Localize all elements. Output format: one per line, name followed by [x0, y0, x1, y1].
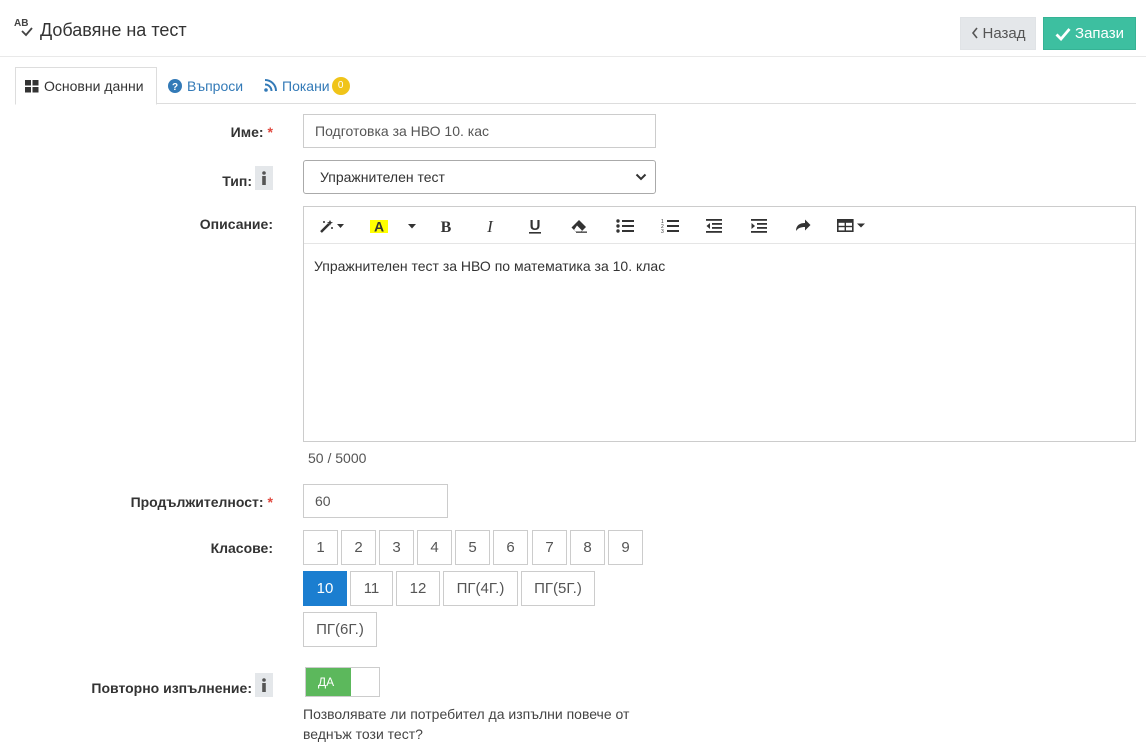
type-label: Тип:: [222, 166, 273, 190]
description-editor: A B I U 123 Упражнителен тест за НВО по …: [303, 206, 1136, 442]
description-char-counter: 50 / 5000: [308, 450, 367, 466]
description-label: Описание:: [199, 216, 273, 232]
grade-option[interactable]: 7: [532, 530, 567, 565]
style-dropdown[interactable]: [312, 207, 352, 244]
editor-toolbar: A B I U 123: [304, 207, 1135, 244]
duration-label: Продължителност: *: [130, 494, 273, 510]
numbered-list-button[interactable]: 123: [659, 207, 681, 244]
bullet-list-button[interactable]: [614, 207, 636, 244]
type-select-value: Упражнителен тест: [320, 169, 445, 185]
grade-option[interactable]: ПГ(5Г.): [521, 571, 595, 606]
underline-icon: U: [529, 217, 541, 234]
back-button-label: Назад: [982, 25, 1026, 42]
svg-text:B: B: [441, 219, 452, 234]
svg-text:3: 3: [661, 229, 664, 233]
page-title: AB Добавяне на тест: [14, 18, 187, 42]
italic-icon: I: [486, 218, 494, 234]
grade-option[interactable]: 3: [379, 530, 414, 565]
svg-text:U: U: [530, 217, 541, 234]
grade-option[interactable]: ПГ(4Г.): [443, 571, 518, 606]
info-icon[interactable]: [255, 166, 273, 190]
rss-icon: [264, 79, 277, 92]
grade-option[interactable]: 2: [341, 530, 376, 565]
tab-basic-data[interactable]: Основни данни: [15, 67, 157, 105]
required-marker: *: [267, 494, 273, 510]
clear-format-button[interactable]: [568, 207, 590, 244]
svg-text:A: A: [374, 218, 384, 234]
highlight-color-button[interactable]: A: [368, 207, 390, 244]
caret-down-icon: [408, 223, 416, 228]
indent-icon: [751, 218, 767, 233]
grade-option[interactable]: 9: [608, 530, 643, 565]
check-icon: [1055, 27, 1071, 41]
duration-input[interactable]: 60: [303, 484, 448, 518]
highlight-icon: A: [370, 218, 388, 234]
name-label: Име: *: [230, 124, 273, 140]
tab-questions[interactable]: ? Въпроси: [168, 67, 243, 104]
indent-button[interactable]: [748, 207, 770, 244]
outdent-button[interactable]: [703, 207, 725, 244]
italic-button[interactable]: I: [481, 207, 499, 244]
grade-option[interactable]: 12: [396, 571, 440, 606]
tab-basic-data-label: Основни данни: [44, 78, 144, 94]
redo-button[interactable]: [792, 207, 814, 244]
chevron-left-icon: [971, 26, 979, 42]
outdent-icon: [706, 218, 722, 233]
grades-label: Класове:: [210, 540, 273, 556]
grade-option[interactable]: 6: [493, 530, 528, 565]
tab-invitations[interactable]: Покани 0: [264, 67, 350, 104]
highlight-color-dropdown[interactable]: [404, 207, 420, 244]
bold-button[interactable]: B: [436, 207, 456, 244]
underline-button[interactable]: U: [524, 207, 546, 244]
grade-option[interactable]: 11: [350, 571, 393, 606]
eraser-icon: [571, 219, 587, 233]
page-title-text: Добавяне на тест: [40, 19, 187, 40]
repeat-label: Повторно изпълнение:: [91, 673, 273, 697]
grade-option[interactable]: 5: [455, 530, 490, 565]
question-circle-icon: ?: [168, 78, 182, 93]
tab-invitations-label: Покани: [282, 77, 330, 94]
toggle-knob: [351, 668, 379, 696]
grid-icon: [25, 79, 39, 93]
save-button[interactable]: Запази: [1043, 17, 1136, 50]
list-ol-icon: 123: [661, 219, 679, 233]
toggle-on-label: ДА: [306, 668, 351, 696]
tab-questions-label: Въпроси: [187, 77, 244, 94]
invitations-count-badge: 0: [331, 76, 350, 95]
svg-text:?: ?: [172, 82, 178, 93]
grade-option[interactable]: 8: [570, 530, 605, 565]
tab-bar: Основни данни ? Въпроси Покани 0: [15, 67, 1136, 105]
bold-icon: B: [441, 219, 452, 234]
page-header: AB Добавяне на тест Назад Запази: [0, 0, 1146, 57]
ab-check-icon: AB: [14, 18, 36, 42]
list-ul-icon: [616, 218, 634, 233]
description-content[interactable]: Упражнителен тест за НВО по математика з…: [304, 244, 1135, 288]
repeat-help-text: Позволявате ли потребител да изпълни пов…: [303, 706, 630, 742]
required-marker: *: [267, 124, 273, 140]
info-icon[interactable]: [255, 673, 273, 697]
grade-option-selected[interactable]: 10: [303, 571, 347, 606]
repeat-toggle[interactable]: ДА: [305, 667, 380, 697]
grade-option[interactable]: ПГ(6Г.): [303, 612, 377, 647]
name-input[interactable]: Подготовка за НВО 10. кас: [303, 114, 656, 148]
chevron-down-icon: [635, 173, 647, 181]
svg-text:I: I: [486, 218, 494, 234]
table-icon: [837, 219, 865, 232]
type-select[interactable]: Упражнителен тест: [303, 160, 656, 194]
redo-icon: [796, 219, 811, 231]
table-dropdown[interactable]: [834, 207, 870, 244]
save-button-label: Запази: [1075, 25, 1124, 42]
grade-option[interactable]: 4: [417, 530, 452, 565]
back-button[interactable]: Назад: [960, 17, 1036, 50]
magic-wand-icon: [320, 219, 344, 233]
grade-option[interactable]: 1: [303, 530, 338, 565]
